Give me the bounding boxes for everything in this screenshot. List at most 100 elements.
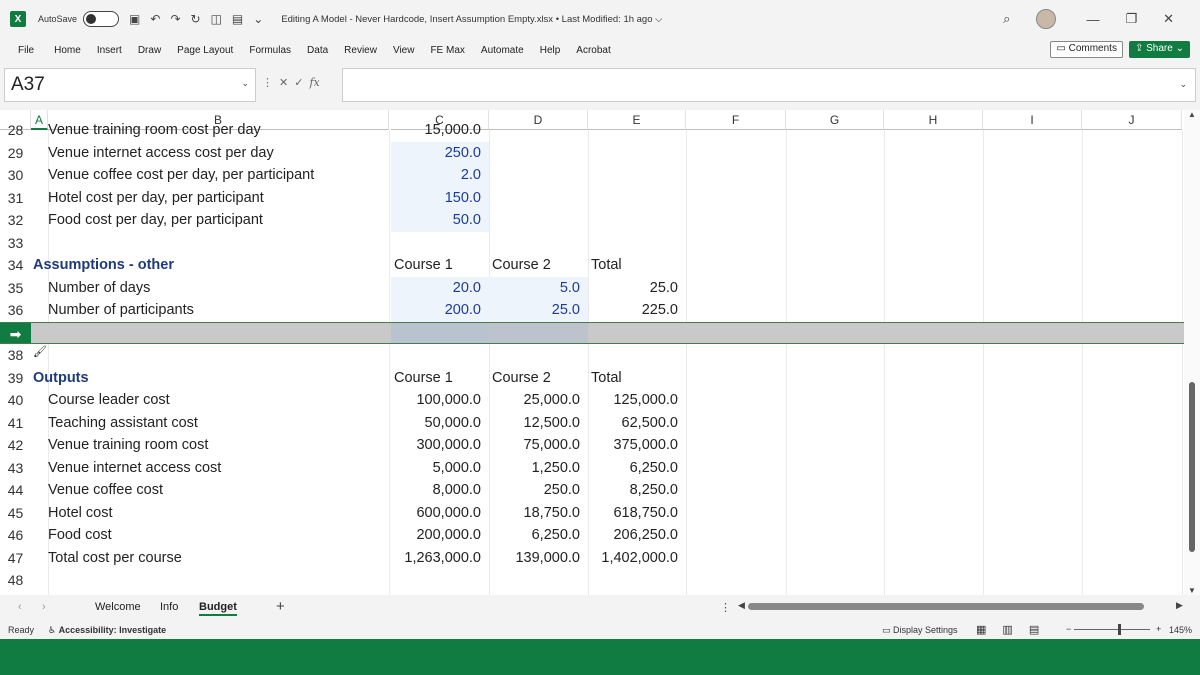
table-row[interactable]: 46 Food cost 200,000.0 6,250.0 206,250.0 — [0, 524, 1184, 547]
row-header[interactable]: 35 — [0, 277, 31, 300]
table-row[interactable]: 40 Course leader cost 100,000.0 25,000.0 125… — [0, 389, 1184, 412]
table-row[interactable]: 33 — [0, 232, 1184, 255]
row-header[interactable]: 33 — [0, 232, 31, 255]
more-icon[interactable]: ⋮ — [262, 76, 273, 89]
cell-e[interactable]: 375,000.0 — [588, 434, 686, 457]
cancel-icon[interactable]: ✕ — [279, 76, 288, 89]
cell-d[interactable]: Course 2 — [489, 254, 588, 277]
cell-b[interactable]: Venue coffee cost per day, per participa… — [48, 164, 389, 187]
save-icon[interactable]: ▣ — [129, 12, 140, 26]
row-header[interactable]: 43 — [0, 457, 31, 480]
worksheet-grid[interactable]: ABCDEFGHIJ 28 Venue training room cost pe… — [0, 110, 1200, 595]
cell-d[interactable]: 139,000.0 — [489, 547, 588, 570]
sheet-tab-welcome[interactable]: Welcome — [95, 601, 141, 613]
cell-c[interactable]: 50,000.0 — [391, 412, 489, 435]
cell-e[interactable] — [588, 323, 686, 344]
table-row[interactable]: 45 Hotel cost 600,000.0 18,750.0 618,750.0 — [0, 502, 1184, 525]
table-row[interactable]: 42 Venue training room cost 300,000.0 75,00… — [0, 434, 1184, 457]
cell-b[interactable]: Course leader cost — [48, 389, 389, 412]
cell-e[interactable]: 25.0 — [588, 277, 686, 300]
row-header[interactable]: 39 — [0, 367, 31, 390]
cell-c[interactable]: 5,000.0 — [391, 457, 489, 480]
cell-c[interactable]: Course 1 — [391, 367, 489, 390]
row-header[interactable]: 47 — [0, 547, 31, 570]
menu-acrobat[interactable]: Acrobat — [576, 45, 610, 56]
page-break-view-icon[interactable]: ▤ — [1029, 623, 1039, 636]
menu-home[interactable]: Home — [54, 45, 81, 56]
vertical-scroll-thumb[interactable] — [1189, 382, 1195, 552]
table-row[interactable]: 38 🖌 — [0, 344, 1184, 367]
row-header[interactable]: 42 — [0, 434, 31, 457]
cell-c[interactable]: 50.0 — [391, 209, 489, 232]
cell-b[interactable]: Hotel cost per day, per participant — [48, 187, 389, 210]
undo-icon[interactable]: ↶ — [150, 12, 160, 26]
horizontal-scroll-thumb[interactable] — [748, 603, 1144, 610]
row-header[interactable]: 46 — [0, 524, 31, 547]
vertical-scrollbar[interactable]: ▲ ▼ — [1184, 110, 1200, 595]
split-handle-icon[interactable]: ⋮ — [720, 601, 731, 614]
row-header[interactable]: 30 — [0, 164, 31, 187]
normal-view-icon[interactable]: ▦ — [976, 623, 986, 636]
restore-icon[interactable]: ❐ — [1125, 11, 1137, 27]
cell-e[interactable]: 62,500.0 — [588, 412, 686, 435]
display-settings-button[interactable]: ▭ Display Settings — [882, 625, 958, 636]
menu-automate[interactable]: Automate — [481, 45, 524, 56]
cell-b[interactable] — [48, 323, 389, 344]
cell-a[interactable]: Outputs — [33, 367, 388, 390]
zoom-slider-handle[interactable] — [1118, 624, 1121, 635]
row-header[interactable]: 28 — [0, 119, 31, 142]
menu-fe-max[interactable]: FE Max — [430, 45, 464, 56]
cell-d[interactable]: 1,250.0 — [489, 457, 588, 480]
formula-input[interactable]: ⌄ — [342, 68, 1196, 102]
row-header[interactable]: 48 — [0, 569, 31, 592]
camera-icon[interactable]: ◫ — [211, 12, 222, 26]
cell-a[interactable]: Assumptions - other — [33, 254, 388, 277]
close-icon[interactable]: ✕ — [1163, 11, 1174, 27]
menu-view[interactable]: View — [393, 45, 415, 56]
table-row[interactable]: 41 Teaching assistant cost 50,000.0 12,500.… — [0, 412, 1184, 435]
cell-e[interactable]: 125,000.0 — [588, 389, 686, 412]
cell-d[interactable]: 12,500.0 — [489, 412, 588, 435]
autosave-toggle[interactable] — [83, 11, 120, 27]
cell-d[interactable]: 6,250.0 — [489, 524, 588, 547]
document-title[interactable]: Editing A Model - Never Hardcode, Insert… — [281, 14, 662, 25]
cell-e[interactable]: Total — [588, 367, 686, 390]
refresh-icon[interactable]: ↻ — [191, 12, 201, 26]
expand-formula-icon[interactable]: ⌄ — [1179, 79, 1187, 90]
cell-c[interactable]: 20.0 — [391, 276, 489, 299]
cell-d[interactable] — [489, 322, 588, 343]
cell-b[interactable]: Food cost — [48, 524, 389, 547]
row-header[interactable]: 40 — [0, 389, 31, 412]
table-row[interactable]: 31 Hotel cost per day, per participant 150… — [0, 186, 1184, 210]
cell-b[interactable]: Venue training room cost per day — [48, 119, 389, 142]
cell-c[interactable]: 8,000.0 — [391, 479, 489, 502]
cell-c[interactable]: 150.0 — [391, 186, 489, 209]
name-box[interactable]: A37 ⌄ — [4, 68, 256, 102]
zoom-level[interactable]: 145% — [1169, 625, 1192, 635]
insert-options-icon[interactable]: 🖌 — [33, 345, 47, 358]
cell-d[interactable]: 25.0 — [489, 299, 588, 322]
cell-e[interactable]: 1,402,000.0 — [588, 547, 686, 570]
selected-row[interactable]: ➡ — [0, 321, 1184, 344]
cell-e[interactable]: Total — [588, 254, 686, 277]
row-header[interactable]: 36 — [0, 299, 31, 322]
scroll-up-icon[interactable]: ▲ — [1188, 110, 1196, 119]
cell-b[interactable]: Number of days — [48, 277, 389, 300]
scroll-right-icon[interactable]: ▶ — [1176, 600, 1183, 611]
table-row[interactable]: 43 Venue internet access cost 5,000.0 1,250… — [0, 457, 1184, 480]
row-header[interactable]: 29 — [0, 142, 31, 165]
cell-e[interactable]: 225.0 — [588, 299, 686, 322]
cell-c[interactable]: 1,263,000.0 — [391, 547, 489, 570]
cell-b[interactable]: Venue coffee cost — [48, 479, 389, 502]
insert-row-cursor-icon[interactable]: ➡ — [0, 322, 31, 343]
sheet-tab-budget[interactable]: Budget — [199, 601, 237, 616]
zoom-slider[interactable] — [1074, 624, 1150, 635]
table-row[interactable]: 36 Number of participants 200.0 25.0 225.0 — [0, 299, 1184, 322]
minimize-icon[interactable]: — — [1086, 12, 1099, 27]
table-row[interactable]: 28 Venue training room cost per day 15,000… — [0, 119, 1184, 142]
cell-b[interactable]: Venue internet access cost per day — [48, 142, 389, 165]
table-row[interactable]: 32 Food cost per day, per participant 50.0 — [0, 209, 1184, 232]
menu-insert[interactable]: Insert — [97, 45, 122, 56]
cell-b[interactable]: Hotel cost — [48, 502, 389, 525]
table-row[interactable]: 39 Outputs Course 1 Course 2 Total — [0, 367, 1184, 390]
